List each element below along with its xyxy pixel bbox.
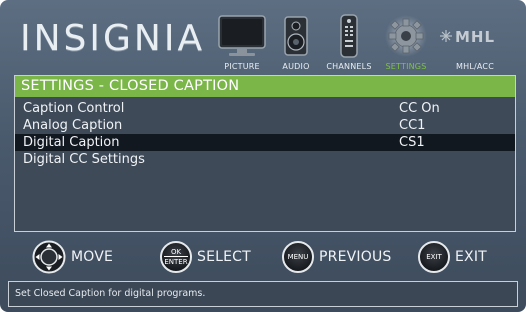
select-hint: OK ENTER SELECT	[160, 241, 251, 273]
exit-hint: EXIT EXIT	[418, 241, 487, 273]
row-label: Digital CC Settings	[23, 152, 145, 167]
nav-tab-settings[interactable]: SETTINGS	[380, 14, 432, 74]
exit-button-icon: EXIT	[418, 241, 450, 273]
previous-hint: MENU PREVIOUS	[282, 241, 391, 273]
row-value: CS1	[399, 135, 425, 150]
nav-tab-picture[interactable]: PICTURE	[214, 14, 270, 74]
row-value: CC On	[399, 101, 440, 116]
ok-text: OK	[170, 248, 182, 256]
nav-label-picture: PICTURE	[224, 62, 260, 71]
button-hint-bar: MOVE OK ENTER SELECT MENU PREVIOUS EXIT …	[0, 234, 526, 280]
closed-caption-panel: SETTINGS - CLOSED CAPTION Caption Contro…	[14, 75, 516, 232]
row-label: Digital Caption	[23, 135, 120, 150]
row-label: Analog Caption	[23, 118, 123, 133]
move-label: MOVE	[71, 249, 114, 265]
enter-text: ENTER	[164, 256, 188, 266]
exit-label: EXIT	[455, 249, 487, 265]
menu-row-analog-caption[interactable]: Analog Caption CC1	[15, 117, 515, 134]
nav-label-mhl-acc: MHL/ACC	[456, 62, 494, 71]
audio-icon	[284, 16, 308, 56]
nav-tab-audio[interactable]: AUDIO	[278, 14, 314, 74]
picture-icon	[218, 15, 266, 56]
menu-header: INSIGNIA PICTURE AUDIO CHANNELS SETTINGS…	[0, 0, 526, 75]
settings-icon	[385, 15, 427, 57]
exit-text: EXIT	[426, 253, 442, 261]
move-hint: MOVE	[32, 240, 114, 274]
row-value: CC1	[399, 118, 426, 133]
mhl-logo-text: MHL	[455, 28, 495, 46]
nav-tab-channels[interactable]: CHANNELS	[322, 14, 376, 74]
menu-row-caption-control[interactable]: Caption Control CC On	[15, 100, 515, 117]
menu-row-digital-cc-settings[interactable]: Digital CC Settings	[15, 151, 515, 168]
brand-logo: INSIGNIA	[20, 18, 206, 59]
nav-tab-mhl-acc[interactable]: MHL MHL/ACC	[438, 14, 512, 74]
panel-title: SETTINGS - CLOSED CAPTION	[15, 76, 515, 97]
mhl-icon: MHL	[440, 28, 495, 46]
menu-row-digital-caption[interactable]: Digital Caption CS1	[15, 134, 515, 151]
status-help-text: Set Closed Caption for digital programs.	[8, 281, 518, 307]
menu-button-icon: MENU	[282, 241, 314, 273]
nav-label-channels: CHANNELS	[326, 62, 372, 71]
previous-label: PREVIOUS	[319, 249, 392, 265]
dpad-icon	[32, 240, 66, 274]
row-label: Caption Control	[23, 101, 125, 116]
select-label: SELECT	[197, 249, 251, 265]
tv-menu-screen: INSIGNIA PICTURE AUDIO CHANNELS SETTINGS…	[0, 0, 526, 312]
ok-enter-icon: OK ENTER	[160, 241, 192, 273]
menu-text: MENU	[287, 253, 309, 261]
nav-label-audio: AUDIO	[282, 62, 310, 71]
nav-label-settings: SETTINGS	[385, 62, 427, 71]
channels-icon	[340, 14, 358, 58]
